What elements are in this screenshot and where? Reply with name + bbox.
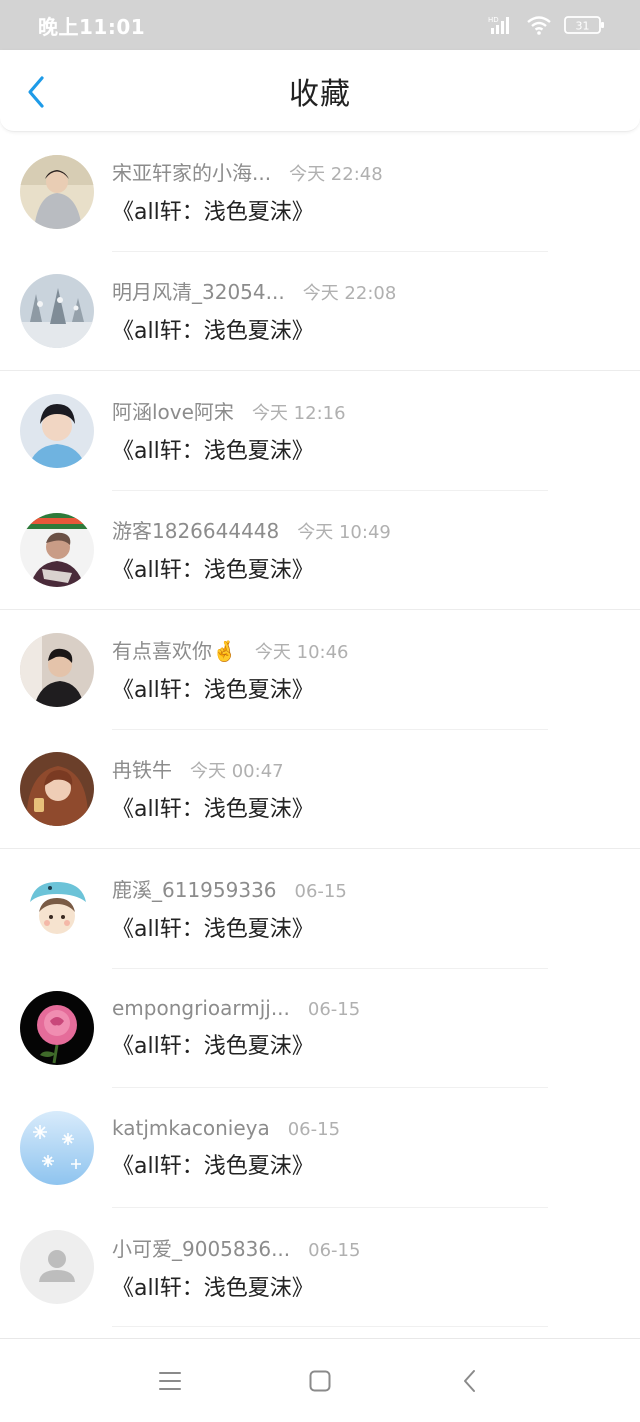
item-text: 游客1826644448 今天 10:49 《all轩：浅色夏沫》 <box>112 515 391 584</box>
item-text: 明月风清_32054... 今天 22:08 《all轩：浅色夏沫》 <box>112 276 396 345</box>
work-title[interactable]: 《all轩：浅色夏沫》 <box>112 1148 340 1180</box>
avatar-default-person-icon <box>20 1230 94 1305</box>
list-item[interactable]: 鹿溪_611959336 06-15 《all轩：浅色夏沫》 <box>0 849 640 969</box>
avatar[interactable] <box>20 632 94 707</box>
avatar[interactable] <box>20 273 94 348</box>
avatar-photo-boy-portrait-icon <box>20 393 94 468</box>
username[interactable]: 冉铁牛 <box>112 754 172 783</box>
item-text: 鹿溪_611959336 06-15 《all轩：浅色夏沫》 <box>112 874 347 943</box>
work-title[interactable]: 《all轩：浅色夏沫》 <box>112 911 347 943</box>
avatar-photo-girl-auburn-icon <box>20 751 94 826</box>
header: 收藏 <box>0 50 640 132</box>
timestamp: 06-15 <box>294 881 347 903</box>
menu-icon <box>159 1371 181 1390</box>
avatar[interactable] <box>20 1110 94 1185</box>
avatar[interactable] <box>20 751 94 826</box>
home-square-icon <box>309 1370 331 1391</box>
work-title[interactable]: 《all轩：浅色夏沫》 <box>112 1028 360 1060</box>
timestamp: 今天 00:47 <box>190 761 284 783</box>
timestamp: 今天 22:48 <box>289 164 383 186</box>
list-item[interactable]: katjmkaconieya 06-15 《all轩：浅色夏沫》 <box>0 1088 640 1208</box>
item-text: 宋亚轩家的小海... 今天 22:48 《all轩：浅色夏沫》 <box>112 157 383 226</box>
timestamp: 06-15 <box>307 999 361 1021</box>
item-meta: katjmkaconieya 06-15 <box>112 1116 340 1140</box>
avatar[interactable] <box>20 512 94 587</box>
avatar-snowflakes-blue-icon <box>20 1110 94 1185</box>
username[interactable]: 明月风清_32054... <box>112 276 285 305</box>
signal-icon: HD <box>488 15 514 35</box>
item-text: 阿涵love阿宋 今天 12:16 《all轩：浅色夏沫》 <box>112 396 346 465</box>
list-item[interactable]: 游客1826644448 今天 10:49 《all轩：浅色夏沫》 <box>0 491 640 610</box>
avatar[interactable] <box>20 991 94 1066</box>
list-item[interactable]: 冉铁牛 今天 00:47 《all轩：浅色夏沫》 <box>0 730 640 849</box>
username[interactable]: 有点喜欢你🤞 <box>112 635 237 664</box>
timestamp: 今天 10:46 <box>254 642 349 664</box>
item-meta: empongrioarmjj... 06-15 <box>112 996 360 1020</box>
menu-button[interactable] <box>150 1361 190 1401</box>
username[interactable]: 小可爱_9005836... <box>112 1233 290 1262</box>
item-meta: 有点喜欢你🤞 今天 10:46 <box>112 635 349 664</box>
username[interactable]: 游客1826644448 <box>112 515 279 544</box>
username[interactable]: 鹿溪_611959336 <box>112 874 277 903</box>
favorites-list: 宋亚轩家的小海... 今天 22:48 《all轩：浅色夏沫》 明月风清_320… <box>0 132 640 1327</box>
list-item[interactable]: 明月风清_32054... 今天 22:08 《all轩：浅色夏沫》 <box>0 252 640 371</box>
timestamp: 今天 10:49 <box>297 522 391 544</box>
username[interactable]: 宋亚轩家的小海... <box>112 157 271 186</box>
item-text: empongrioarmjj... 06-15 《all轩：浅色夏沫》 <box>112 996 360 1060</box>
item-meta: 阿涵love阿宋 今天 12:16 <box>112 396 346 425</box>
work-title[interactable]: 《all轩：浅色夏沫》 <box>112 791 314 823</box>
item-text: 小可爱_9005836... 06-15 《all轩：浅色夏沫》 <box>112 1233 360 1302</box>
timestamp: 今天 12:16 <box>251 403 346 425</box>
list-item[interactable]: empongrioarmjj... 06-15 《all轩：浅色夏沫》 <box>0 969 640 1089</box>
username[interactable]: katjmkaconieya <box>112 1116 270 1140</box>
home-button[interactable] <box>300 1361 340 1401</box>
status-icons: HD 31 <box>488 15 606 35</box>
list-item[interactable]: 小可爱_9005836... 06-15 《all轩：浅色夏沫》 <box>0 1208 640 1328</box>
list-item[interactable]: 阿涵love阿宋 今天 12:16 《all轩：浅色夏沫》 <box>0 371 640 491</box>
avatar-photo-boy-dark-icon <box>20 632 94 707</box>
item-text: 冉铁牛 今天 00:47 《all轩：浅色夏沫》 <box>112 754 314 823</box>
list-item[interactable]: 宋亚轩家的小海... 今天 22:48 《all轩：浅色夏沫》 <box>0 132 640 252</box>
item-text: 有点喜欢你🤞 今天 10:46 《all轩：浅色夏沫》 <box>112 635 349 704</box>
avatar-photo-boy-grey-hoodie-icon <box>20 154 94 229</box>
username[interactable]: 阿涵love阿宋 <box>112 396 234 425</box>
page-title: 收藏 <box>289 77 351 112</box>
timestamp: 06-15 <box>287 1118 341 1140</box>
avatar[interactable] <box>20 154 94 229</box>
item-text: katjmkaconieya 06-15 《all轩：浅色夏沫》 <box>112 1116 340 1180</box>
battery-icon: 31 <box>564 15 606 35</box>
item-meta: 鹿溪_611959336 06-15 <box>112 874 347 903</box>
avatar-cartoon-whale-hat-icon <box>20 871 94 946</box>
work-title[interactable]: 《all轩：浅色夏沫》 <box>112 1270 360 1302</box>
timestamp: 06-15 <box>308 1239 361 1261</box>
item-meta: 明月风清_32054... 今天 22:08 <box>112 276 396 305</box>
system-back-button[interactable] <box>450 1361 490 1401</box>
list-item[interactable]: 有点喜欢你🤞 今天 10:46 《all轩：浅色夏沫》 <box>0 610 640 730</box>
signal-hd-label: HD <box>488 16 499 24</box>
timestamp: 今天 22:08 <box>302 283 397 305</box>
avatar[interactable] <box>20 393 94 468</box>
item-meta: 小可爱_9005836... 06-15 <box>112 1233 360 1262</box>
battery-level: 31 <box>576 20 590 33</box>
system-nav-bar <box>0 1338 640 1422</box>
avatar-photo-pink-rose-icon <box>20 991 94 1066</box>
back-arrow-icon <box>464 1369 475 1392</box>
work-title[interactable]: 《all轩：浅色夏沫》 <box>112 313 396 345</box>
item-meta: 游客1826644448 今天 10:49 <box>112 515 391 544</box>
item-meta: 宋亚轩家的小海... 今天 22:48 <box>112 157 383 186</box>
work-title[interactable]: 《all轩：浅色夏沫》 <box>112 552 391 584</box>
avatar[interactable] <box>20 871 94 946</box>
status-time: 晚上11:01 <box>38 14 146 39</box>
work-title[interactable]: 《all轩：浅色夏沫》 <box>112 194 383 226</box>
wifi-icon <box>526 15 552 35</box>
work-title[interactable]: 《all轩：浅色夏沫》 <box>112 433 346 465</box>
username[interactable]: empongrioarmjj... <box>112 996 290 1020</box>
avatar-photo-man-scarf-icon <box>20 512 94 587</box>
status-bar: 晚上11:01 HD 31 <box>0 0 640 50</box>
avatar-photo-snowy-trees-icon <box>20 273 94 348</box>
work-title[interactable]: 《all轩：浅色夏沫》 <box>112 672 349 704</box>
avatar[interactable] <box>20 1230 94 1305</box>
item-meta: 冉铁牛 今天 00:47 <box>112 754 314 783</box>
